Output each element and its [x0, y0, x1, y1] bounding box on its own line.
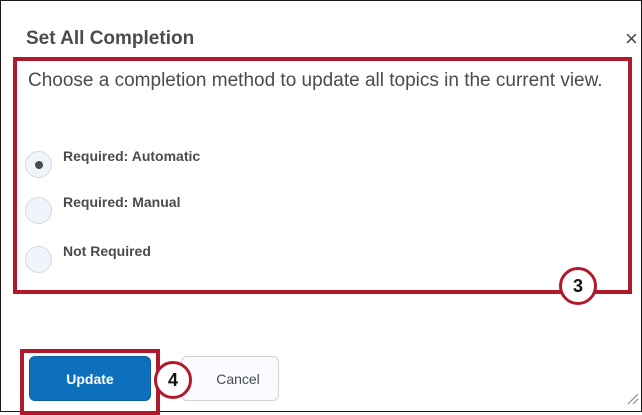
cancel-label: Cancel: [216, 370, 260, 387]
option-not-required[interactable]: Not Required: [25, 243, 151, 273]
resize-handle-icon[interactable]: [627, 393, 639, 405]
set-all-completion-dialog: Set All Completion × Choose a completion…: [0, 0, 642, 415]
update-button[interactable]: Update: [29, 356, 151, 401]
cancel-button[interactable]: Cancel: [181, 356, 279, 401]
radio-button[interactable]: [25, 197, 52, 224]
dialog-title: Set All Completion: [26, 28, 195, 49]
option-label: Required: Automatic: [63, 148, 201, 164]
radio-button[interactable]: [25, 246, 52, 273]
option-required-manual[interactable]: Required: Manual: [25, 194, 181, 224]
step-callout-3: 3: [559, 267, 597, 305]
dialog-description: Choose a completion method to update all…: [28, 70, 603, 91]
option-label: Not Required: [63, 243, 151, 259]
option-required-automatic[interactable]: Required: Automatic: [25, 148, 201, 178]
option-label: Required: Manual: [63, 194, 181, 210]
step-callout-4: 4: [154, 361, 192, 399]
radio-button[interactable]: [25, 151, 52, 178]
close-icon[interactable]: ×: [625, 28, 638, 50]
